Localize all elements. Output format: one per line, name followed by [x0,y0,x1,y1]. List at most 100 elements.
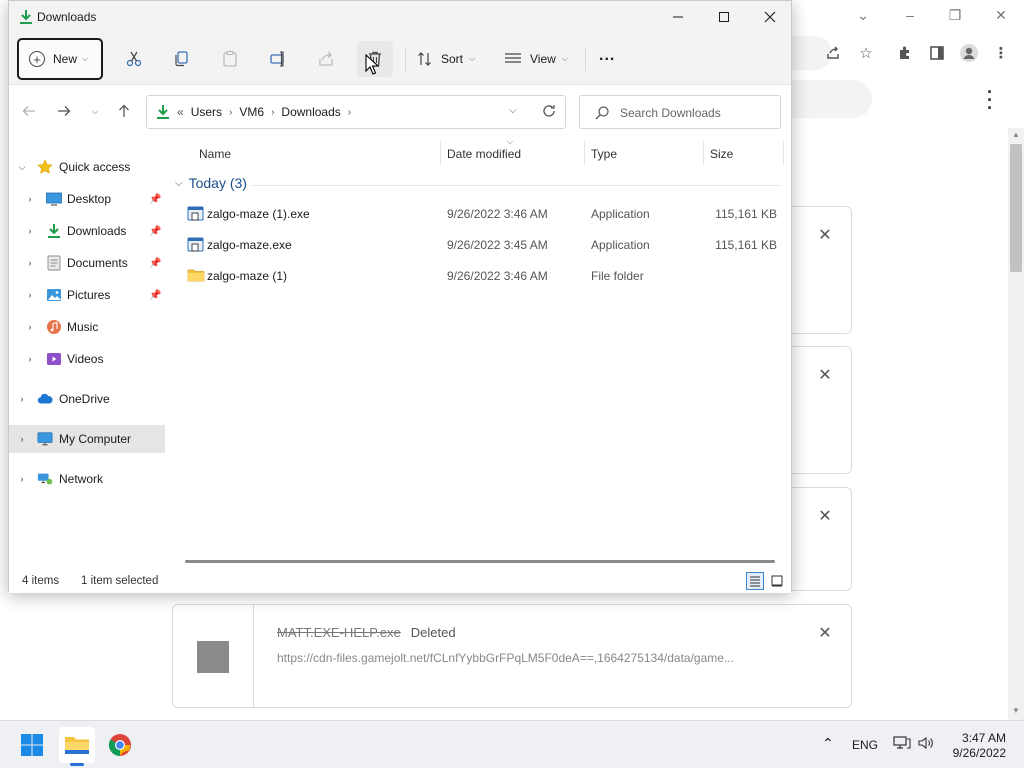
details-view-button[interactable] [746,572,764,590]
input-language[interactable]: ENG [852,738,878,752]
back-arrow-icon[interactable] [21,103,37,119]
nav-item-music[interactable]: › Music [9,313,169,341]
restore-button[interactable]: ❐ [942,4,968,26]
expand-chevron-icon[interactable]: ⌵ [17,162,27,173]
share-icon[interactable] [822,42,844,64]
volume-icon[interactable] [917,735,935,754]
chevron-right-icon[interactable]: › [271,107,274,118]
breadcrumb-downloads[interactable]: Downloads [281,105,340,119]
bookmark-star-icon[interactable]: ☆ [855,42,877,64]
file-name: zalgo-maze (1).exe [207,207,310,221]
chevron-down-icon[interactable]: ⌄ [850,4,876,26]
pin-icon[interactable]: 📌 [149,194,161,205]
up-arrow-icon[interactable] [116,103,132,119]
close-icon[interactable]: ✕ [816,365,834,385]
thumbnail-view-button[interactable] [768,572,786,590]
side-panel-icon[interactable] [926,42,948,64]
file-date: 9/26/2022 3:45 AM [447,238,548,252]
nav-item-videos[interactable]: › Videos [9,345,169,373]
paste-icon[interactable] [218,47,242,71]
tray-overflow-chevron-icon[interactable]: ⌃ [822,735,834,752]
close-icon[interactable]: ✕ [816,506,834,526]
file-row[interactable]: zalgo-maze.exe 9/26/2022 3:45 AM Applica… [179,231,791,259]
more-options-icon[interactable]: ... [599,47,615,65]
nav-item-onedrive[interactable]: › OneDrive [9,385,169,413]
refresh-icon[interactable] [541,103,557,122]
taskbar-file-explorer[interactable] [59,727,95,763]
nav-item-desktop[interactable]: › Desktop 📌 [9,185,169,213]
cut-icon[interactable] [122,47,146,71]
expand-chevron-icon[interactable]: › [25,354,35,364]
downloads-menu-icon[interactable]: · · · [982,83,998,117]
expand-chevron-icon[interactable]: › [25,258,35,268]
download-url[interactable]: https://cdn-files.gamejolt.net/fCLnfYybb… [277,651,734,665]
close-button[interactable]: ✕ [988,4,1014,26]
close-icon[interactable]: ✕ [816,623,834,643]
column-divider[interactable] [440,141,441,165]
group-header-today[interactable]: ⌵ Today (3) [175,175,247,191]
new-button[interactable]: + New ⌵ [17,38,103,80]
nav-label: Documents [67,256,128,270]
nav-item-my-computer[interactable]: › My Computer [9,425,165,453]
address-history-chevron-icon[interactable]: ⌵ [509,105,517,116]
taskbar-chrome[interactable] [102,727,138,763]
close-button[interactable] [747,1,793,33]
sort-button[interactable]: Sort ⌵ [417,51,475,67]
expand-chevron-icon[interactable]: › [25,290,35,300]
page-scroll-thumb[interactable] [1010,144,1022,272]
column-divider[interactable] [703,141,704,165]
forward-arrow-icon[interactable] [56,103,72,119]
expand-chevron-icon[interactable]: › [25,194,35,204]
network-status-icon[interactable] [893,735,911,754]
recent-locations-chevron-icon[interactable]: ⌵ [87,103,103,119]
chevron-right-icon[interactable]: › [348,107,351,118]
nav-item-downloads[interactable]: › Downloads 📌 [9,217,169,245]
file-row[interactable]: zalgo-maze (1).exe 9/26/2022 3:46 AM App… [179,200,791,228]
expand-chevron-icon[interactable]: › [25,322,35,332]
extensions-icon[interactable] [894,42,916,64]
scroll-down-icon[interactable]: ▼ [1008,704,1024,718]
profile-avatar-icon[interactable] [958,42,980,64]
address-bar[interactable]: « Users › VM6 › Downloads › ⌵ [146,95,566,129]
column-divider[interactable] [584,141,585,165]
expand-chevron-icon[interactable]: › [17,474,27,484]
close-icon[interactable]: ✕ [816,225,834,245]
expand-chevron-icon[interactable]: › [17,434,27,444]
breadcrumb: « Users › VM6 › Downloads › [177,105,351,119]
column-header-date[interactable]: Date modified [447,147,521,161]
share-icon[interactable] [314,47,338,71]
file-row[interactable]: zalgo-maze (1) 9/26/2022 3:46 AM File fo… [179,262,791,290]
chevron-right-icon[interactable]: › [229,107,232,118]
column-divider[interactable] [783,141,784,165]
minimize-button[interactable] [655,1,701,33]
start-button[interactable] [14,727,50,763]
breadcrumb-overflow[interactable]: « [177,105,184,119]
search-input[interactable]: Search Downloads [579,95,781,129]
rename-icon[interactable] [266,47,290,71]
column-header-type[interactable]: Type [591,147,617,161]
nav-item-network[interactable]: › Network [9,465,169,493]
view-button[interactable]: View ⌵ [504,51,568,67]
horizontal-scrollbar[interactable] [185,560,775,563]
collapse-chevron-icon[interactable]: ⌵ [175,178,183,189]
copy-icon[interactable] [170,47,194,71]
plus-circle-icon: + [29,51,45,67]
nav-item-pictures[interactable]: › Pictures 📌 [9,281,169,309]
chrome-menu-icon[interactable]: ⋮ [990,42,1012,64]
pin-icon[interactable]: 📌 [149,290,161,301]
expand-chevron-icon[interactable]: › [25,226,35,236]
column-header-size[interactable]: Size [710,147,733,161]
scroll-up-icon[interactable]: ▲ [1008,128,1024,142]
downloads-search-field[interactable] [792,80,872,118]
minimize-button[interactable]: – [897,4,923,26]
expand-chevron-icon[interactable]: › [17,394,27,404]
nav-item-documents[interactable]: › Documents 📌 [9,249,169,277]
system-clock[interactable]: 3:47 AM 9/26/2022 [940,731,1006,761]
pin-icon[interactable]: 📌 [149,226,161,237]
maximize-button[interactable] [701,1,747,33]
column-header-name[interactable]: Name [199,147,231,161]
breadcrumb-vm6[interactable]: VM6 [239,105,264,119]
pin-icon[interactable]: 📌 [149,258,161,269]
breadcrumb-users[interactable]: Users [191,105,222,119]
nav-item-quick-access[interactable]: ⌵ Quick access [9,153,169,181]
